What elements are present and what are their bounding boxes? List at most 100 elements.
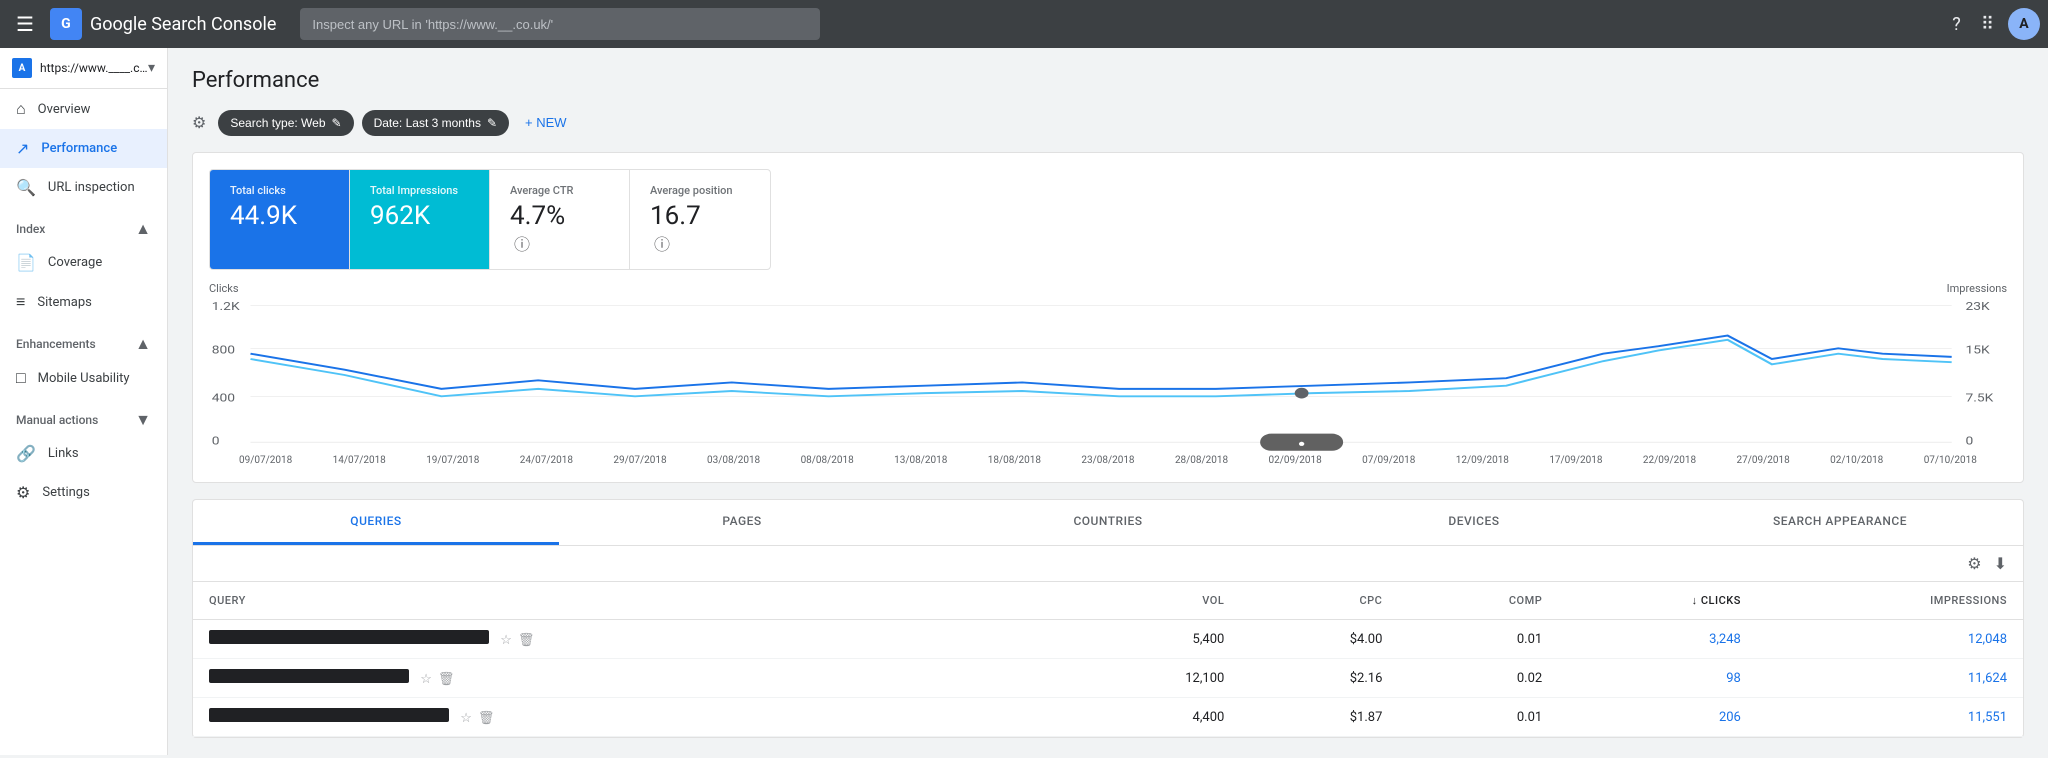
page-title: Performance — [192, 68, 2024, 93]
sidebar-item-links[interactable]: 🔗 Links — [0, 434, 167, 473]
metric-total-impressions[interactable]: Total Impressions 962K — [350, 170, 490, 269]
index-section-toggle[interactable]: ▲ — [135, 219, 151, 239]
manual-actions-toggle[interactable]: ▼ — [135, 410, 151, 430]
col-comp: Comp — [1398, 582, 1558, 620]
account-avatar[interactable]: A — [2008, 8, 2040, 40]
sidebar-item-performance[interactable]: ↗ Performance — [0, 129, 167, 168]
tab-search-appearance[interactable]: SEARCH APPEARANCE — [1657, 500, 2023, 545]
metric-avg-ctr[interactable]: Average CTR 4.7% ⓘ — [490, 170, 630, 269]
new-filter-button[interactable]: + NEW — [517, 109, 575, 136]
cell-comp: 0.01 — [1398, 620, 1558, 659]
cell-query: ☆ 🗑 — [193, 620, 1067, 659]
performance-icon: ↗ — [16, 139, 29, 158]
nav-actions: ? ⠿ A — [1946, 8, 2040, 41]
new-filter-label: + NEW — [525, 115, 567, 130]
sidebar-item-overview[interactable]: ⌂ Overview — [0, 89, 167, 129]
cell-clicks: 3,248 — [1558, 620, 1757, 659]
table-row: ☆ 🗑 4,400 $1.87 0.01 206 11,551 — [193, 698, 2023, 737]
enhancements-section-toggle[interactable]: ▲ — [135, 334, 151, 354]
metrics-row: Total clicks 44.9K Total Impressions 962… — [209, 169, 771, 270]
col-query: Query — [193, 582, 1067, 620]
redacted-query — [209, 669, 409, 683]
table-header: Query Vol CPC Comp ↓ Clicks Impressions — [193, 582, 2023, 620]
property-selector[interactable]: A https://www.____.co.uk/ ▾ — [0, 48, 167, 89]
x-label: 18/08/2018 — [988, 455, 1041, 466]
filter-icon[interactable]: ⚙ — [192, 113, 206, 132]
cell-clicks: 98 — [1558, 659, 1757, 698]
tab-countries[interactable]: COUNTRIES — [925, 500, 1291, 545]
delete-icon[interactable]: 🗑 — [438, 672, 455, 687]
sidebar-item-sitemaps[interactable]: ≡ Sitemaps — [0, 282, 167, 322]
x-label: 12/09/2018 — [1456, 455, 1509, 466]
metric-total-clicks[interactable]: Total clicks 44.9K — [210, 170, 350, 269]
main-content: Performance ⚙ Search type: Web ✎ Date: L… — [168, 48, 2048, 758]
logo-icon: G — [50, 8, 82, 40]
avg-ctr-value: 4.7% — [510, 201, 609, 231]
x-label: 03/08/2018 — [707, 455, 760, 466]
x-label: 07/10/2018 — [1924, 455, 1977, 466]
delete-icon[interactable]: 🗑 — [478, 711, 495, 726]
help-icon[interactable]: ? — [1946, 8, 1967, 41]
row-actions: ☆ 🗑 — [420, 672, 454, 687]
total-impressions-label: Total Impressions — [370, 184, 469, 197]
cell-vol: 5,400 — [1067, 620, 1241, 659]
search-type-filter[interactable]: Search type: Web ✎ — [218, 110, 353, 136]
date-filter[interactable]: Date: Last 3 months ✎ — [362, 110, 509, 136]
avg-position-info-icon[interactable]: ⓘ — [654, 231, 670, 255]
x-label: 23/08/2018 — [1081, 455, 1134, 466]
clicks-y-label: Clicks — [209, 282, 239, 295]
cell-impressions: 11,551 — [1757, 698, 2023, 737]
sidebar-item-mobile-usability[interactable]: □ Mobile Usability — [0, 358, 167, 398]
coverage-icon: 📄 — [16, 253, 36, 272]
cell-vol: 4,400 — [1067, 698, 1241, 737]
sidebar-label-coverage: Coverage — [48, 255, 102, 270]
svg-text:15K: 15K — [1966, 345, 1990, 357]
cell-query: ☆ 🗑 — [193, 659, 1067, 698]
x-axis-labels: 09/07/2018 14/07/2018 19/07/2018 24/07/2… — [209, 455, 2007, 466]
table-row: ☆ 🗑 12,100 $2.16 0.02 98 11,624 — [193, 659, 2023, 698]
svg-text:7.5K: 7.5K — [1966, 393, 1994, 405]
impressions-y-label: Impressions — [1947, 282, 2007, 295]
star-icon[interactable]: ☆ — [420, 672, 432, 687]
filter-rows-icon[interactable]: ⚙ — [1967, 554, 1981, 573]
hamburger-menu[interactable]: ☰ — [8, 4, 42, 44]
table-row: ☆ 🗑 5,400 $4.00 0.01 3,248 12,048 — [193, 620, 2023, 659]
row-actions: ☆ 🗑 — [500, 633, 534, 648]
total-clicks-value: 44.9K — [230, 201, 329, 231]
search-icon: 🔍 — [16, 178, 36, 197]
x-label: 24/07/2018 — [520, 455, 573, 466]
table-toolbar: ⚙ ⬇ — [193, 546, 2023, 582]
date-label: Date: Last 3 months — [374, 116, 481, 130]
cell-cpc: $1.87 — [1240, 698, 1398, 737]
property-icon: A — [12, 58, 32, 78]
property-arrow-icon: ▾ — [148, 60, 155, 76]
svg-text:800: 800 — [212, 345, 235, 357]
total-impressions-value: 962K — [370, 201, 469, 231]
metric-avg-position[interactable]: Average position 16.7 ⓘ — [630, 170, 770, 269]
avg-ctr-info-icon[interactable]: ⓘ — [514, 231, 530, 255]
sidebar-label-url-inspection: URL inspection — [48, 180, 135, 195]
star-icon[interactable]: ☆ — [500, 633, 512, 648]
search-type-edit-icon: ✎ — [332, 116, 342, 130]
svg-text:0: 0 — [212, 436, 220, 448]
svg-text:1.2K: 1.2K — [212, 301, 240, 313]
cell-query: ☆ 🗑 — [193, 698, 1067, 737]
sidebar-label-overview: Overview — [38, 102, 91, 117]
sidebar-label-performance: Performance — [41, 141, 117, 156]
sidebar-item-coverage[interactable]: 📄 Coverage — [0, 243, 167, 282]
settings-icon: ⚙ — [16, 483, 30, 502]
tab-devices[interactable]: DEVICES — [1291, 500, 1657, 545]
property-url: https://www.____.co.uk/ — [40, 61, 148, 75]
tab-pages[interactable]: PAGES — [559, 500, 925, 545]
sidebar-label-mobile-usability: Mobile Usability — [38, 371, 130, 386]
col-clicks[interactable]: ↓ Clicks — [1558, 582, 1757, 620]
apps-icon[interactable]: ⠿ — [1975, 8, 2000, 41]
delete-icon[interactable]: 🗑 — [518, 633, 535, 648]
download-icon[interactable]: ⬇ — [1994, 554, 2007, 573]
star-icon[interactable]: ☆ — [460, 711, 472, 726]
tab-queries[interactable]: QUERIES — [193, 500, 559, 545]
sidebar-item-settings[interactable]: ⚙ Settings — [0, 473, 167, 512]
top-navigation: ☰ G Google Search Console ? ⠿ A — [0, 0, 2048, 48]
url-search-input[interactable] — [300, 8, 820, 40]
sidebar-item-url-inspection[interactable]: 🔍 URL inspection — [0, 168, 167, 207]
